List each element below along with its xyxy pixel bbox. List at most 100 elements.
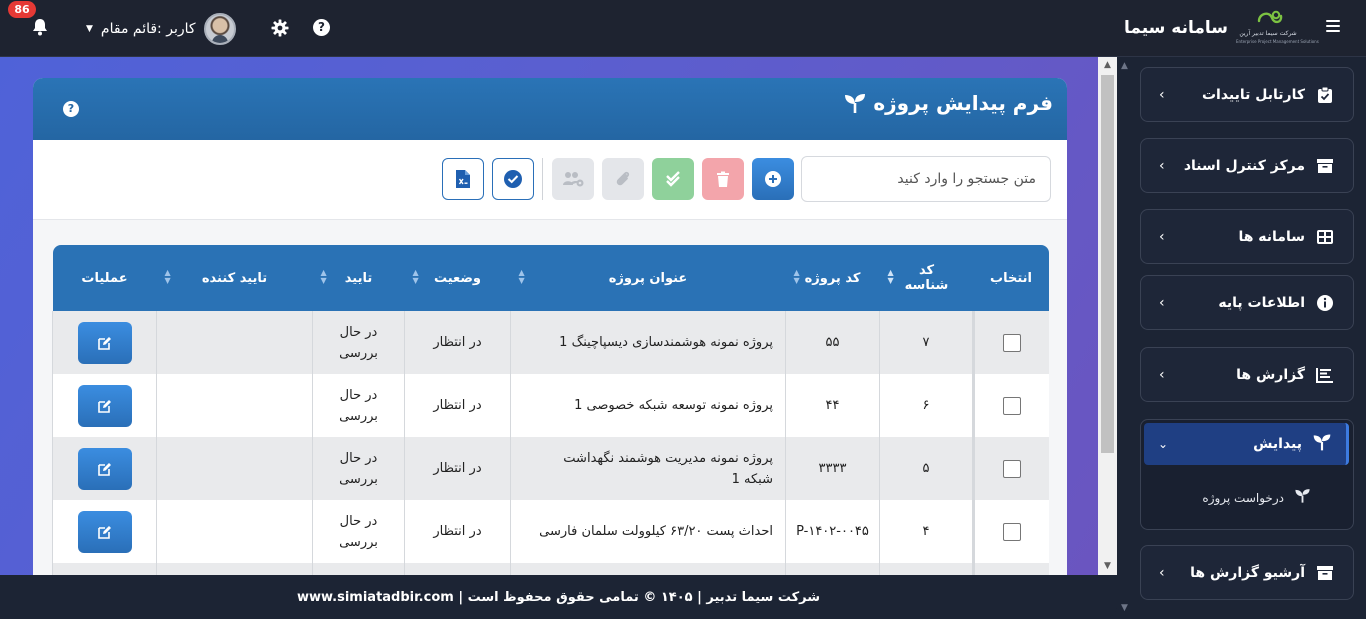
col-state[interactable]: وضعیت ▲ ▼: [405, 245, 511, 311]
sort-icon: ▲ ▼: [164, 268, 171, 285]
search-input[interactable]: [801, 156, 1051, 202]
bell-icon[interactable]: [30, 17, 50, 37]
app-title: سامانه سیما: [1123, 18, 1228, 38]
row-code: P-۱۴۰۲-۰۰۴۵: [785, 500, 880, 563]
scroll-up-icon[interactable]: ▲: [1121, 61, 1128, 71]
attach-button[interactable]: [602, 158, 644, 200]
row-title: پروژه نمونه هوشمندسازی دیسپاچینگ 1: [510, 311, 786, 374]
row-approval: در حال بررسی: [312, 437, 405, 500]
confirm-button[interactable]: [492, 158, 534, 200]
check-circle-icon: [504, 170, 522, 188]
row-ops: [52, 311, 157, 374]
sidebar-item-label: مرکز کنترل اسناد: [1183, 157, 1305, 174]
col-approval[interactable]: تایید ▲ ▼: [313, 245, 405, 311]
col-ops: عملیات: [81, 270, 128, 286]
card-header: فرم پیدایش پروژه ?: [33, 78, 1067, 140]
plus-circle-icon: [765, 171, 781, 187]
table-row: ۴ P-۱۴۰۲-۰۰۴۵ احداث پست ۶۳/۲۰ کیلوولت سل…: [52, 500, 1049, 563]
table-row: [52, 563, 1049, 575]
edit-button[interactable]: [77, 321, 132, 364]
scroll-thumb[interactable]: [1101, 75, 1114, 453]
users-gear-icon: [563, 172, 584, 187]
sidebar-item-label: پیدایش: [1253, 436, 1302, 452]
sidebar-item-reports[interactable]: گزارش ها ‹: [1140, 347, 1354, 402]
row-checkbox[interactable]: [1002, 522, 1021, 541]
sidebar-item-base-info[interactable]: اطلاعات پایه ‹: [1140, 275, 1354, 330]
sidebar-item-documents[interactable]: مرکز کنترل اسناد ‹: [1140, 138, 1354, 193]
avatar: [203, 13, 236, 45]
edit-button[interactable]: [77, 384, 132, 427]
hamburger-menu-icon[interactable]: [1322, 17, 1344, 39]
sidebar-subitem-project-request[interactable]: درخواست پروژه: [1144, 470, 1349, 525]
table-header-row: انتخاب کد شناسه ▲ ▼ کد پروژه ▲ ▼ عنوان پروژه ▲…: [52, 245, 1049, 311]
row-state: در انتظار: [404, 374, 511, 437]
seedling-icon: [1312, 432, 1332, 456]
row-approver: [156, 374, 313, 437]
project-form-card: فرم پیدایش پروژه ? متن جستجو را وارد کنی…: [33, 78, 1067, 575]
sidebar-item-label: کارتابل تاییدات: [1201, 86, 1305, 103]
footer: شرکت سیما تدبیر | ۱۴۰۵ © تمامی حقوق محفو…: [0, 575, 1117, 619]
col-code[interactable]: کد پروژه ▲ ▼: [786, 245, 880, 311]
seedling-icon: [845, 94, 866, 113]
content-scrollbar[interactable]: ▲ ▼: [1098, 57, 1117, 575]
help-icon[interactable]: ?: [63, 101, 79, 117]
sort-icon: ▲ ▼: [887, 268, 894, 285]
row-approval: در حال بررسی: [312, 500, 405, 563]
sidebar-item-systems[interactable]: سامانه ها ‹: [1140, 209, 1354, 264]
sidebar-scrollbar[interactable]: ▲ ▼: [1117, 57, 1134, 619]
row-approver: [156, 311, 313, 374]
approve-button[interactable]: [652, 158, 694, 200]
gear-icon[interactable]: [270, 18, 290, 38]
scroll-down-icon[interactable]: ▼: [1098, 558, 1117, 575]
toolbar: [33, 140, 1067, 220]
grid-icon: [1315, 227, 1335, 247]
row-ops: [52, 500, 157, 563]
sort-icon: ▲ ▼: [793, 268, 800, 285]
add-button[interactable]: [752, 158, 794, 200]
export-excel-button[interactable]: [442, 158, 484, 200]
col-select: انتخاب: [990, 270, 1032, 286]
chevron-left-icon: ‹: [1159, 366, 1165, 383]
clipboard-check-icon: [1315, 85, 1335, 105]
sidebar-item-approvals[interactable]: کارتابل تاییدات ‹: [1140, 67, 1354, 122]
col-title[interactable]: عنوان پروژه ▲ ▼: [511, 245, 786, 311]
table-row: ۷ ۵۵ پروژه نمونه هوشمندسازی دیسپاچینگ 1 …: [52, 311, 1049, 374]
sidebar-item-reports-archive[interactable]: آرشیو گزارش ها ‹: [1140, 545, 1354, 600]
row-select-cell: [972, 437, 1049, 500]
chevron-left-icon: ‹: [1159, 564, 1165, 581]
sidebar-item-origination[interactable]: پیدایش ⌄: [1144, 423, 1349, 465]
paperclip-icon: [616, 171, 630, 186]
sidebar-item-label: آرشیو گزارش ها: [1190, 564, 1305, 581]
toolbar-divider: [542, 158, 543, 200]
edit-button[interactable]: [77, 447, 132, 490]
caret-down-icon: ▼: [86, 24, 93, 34]
row-select-cell: [972, 500, 1049, 563]
row-checkbox[interactable]: [1002, 459, 1021, 478]
sidebar-subitem-label: درخواست پروژه: [1202, 490, 1284, 505]
user-menu[interactable]: ▼ کاربر :قائم مقام: [86, 13, 236, 45]
chevron-left-icon: ‹: [1159, 228, 1165, 245]
sidebar-item-label: گزارش ها: [1236, 366, 1305, 383]
row-checkbox[interactable]: [1002, 333, 1021, 352]
archive-box-icon: [1315, 563, 1335, 583]
delete-button[interactable]: [702, 158, 744, 200]
col-approver[interactable]: تایید کننده ▲ ▼: [157, 245, 313, 311]
help-icon[interactable]: ?: [313, 19, 330, 36]
row-checkbox[interactable]: [1002, 396, 1021, 415]
archive-box-icon: [1315, 156, 1335, 176]
chevron-left-icon: ‹: [1159, 86, 1165, 103]
page-title: فرم پیدایش پروژه: [843, 91, 1053, 115]
brand-subtitle: شرکت سیما تدبیر آرین: [1239, 30, 1297, 37]
edit-button[interactable]: [77, 510, 132, 553]
brand[interactable]: شرکت سیما تدبیر آرین Enterprise Project …: [1123, 8, 1319, 48]
row-id: ۶: [879, 374, 974, 437]
chevron-left-icon: ‹: [1159, 294, 1165, 311]
chevron-left-icon: ‹: [1159, 157, 1165, 174]
scroll-down-icon[interactable]: ▼: [1121, 603, 1128, 613]
user-name: کاربر :قائم مقام: [100, 21, 196, 37]
users-settings-button[interactable]: [552, 158, 594, 200]
brand-logo: شرکت سیما تدبیر آرین Enterprise Project …: [1236, 8, 1319, 48]
scroll-up-icon[interactable]: ▲: [1098, 57, 1117, 74]
col-id[interactable]: کد شناسه ▲ ▼: [880, 245, 974, 311]
sidebar-item-label: اطلاعات پایه: [1218, 294, 1305, 311]
